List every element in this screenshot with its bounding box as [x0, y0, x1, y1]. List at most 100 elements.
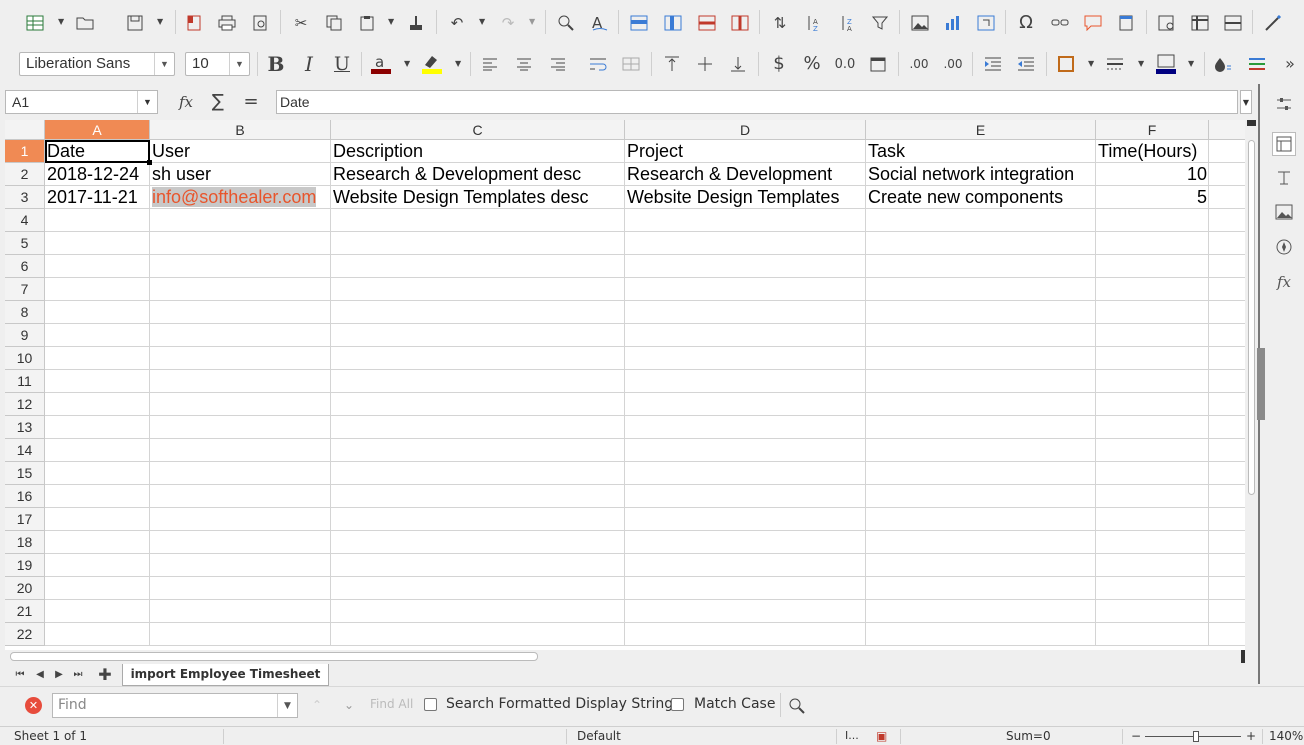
- pivot-table-icon[interactable]: [975, 12, 997, 34]
- table-cell[interactable]: [625, 554, 866, 577]
- find-input[interactable]: Find ▼: [52, 693, 298, 718]
- table-cell[interactable]: [45, 209, 150, 232]
- row-header[interactable]: 12: [5, 393, 45, 416]
- table-cell[interactable]: [866, 485, 1096, 508]
- table-cell[interactable]: [625, 301, 866, 324]
- table-cell[interactable]: 2018-12-24: [45, 163, 150, 186]
- table-cell[interactable]: [150, 393, 331, 416]
- chevron-down-icon[interactable]: ▼: [58, 17, 64, 26]
- column-header-e[interactable]: E: [866, 120, 1096, 140]
- table-cell[interactable]: [1209, 531, 1245, 554]
- row-icon[interactable]: [628, 12, 650, 34]
- table-cell[interactable]: [1096, 209, 1209, 232]
- previous-sheet-icon[interactable]: ◀: [33, 668, 47, 682]
- table-cell[interactable]: Project: [625, 140, 866, 163]
- table-cell[interactable]: [866, 531, 1096, 554]
- table-cell[interactable]: [150, 439, 331, 462]
- decrease-indent-icon[interactable]: [1015, 52, 1037, 76]
- table-cell[interactable]: Create new components: [866, 186, 1096, 209]
- increase-indent-icon[interactable]: [982, 52, 1004, 76]
- align-left-icon[interactable]: [479, 52, 501, 76]
- table-cell[interactable]: [45, 485, 150, 508]
- chevron-down-icon[interactable]: ▼: [479, 17, 485, 26]
- table-cell[interactable]: [331, 531, 625, 554]
- italic-button[interactable]: I: [297, 52, 321, 76]
- table-cell[interactable]: [331, 393, 625, 416]
- table-cell[interactable]: [331, 577, 625, 600]
- table-cell[interactable]: [866, 416, 1096, 439]
- table-cell[interactable]: [625, 209, 866, 232]
- table-cell[interactable]: [1209, 140, 1245, 163]
- row-header[interactable]: 20: [5, 577, 45, 600]
- sidebar-settings-icon[interactable]: [1272, 92, 1296, 116]
- search-formatted-checkbox[interactable]: [424, 698, 437, 711]
- table-cell[interactable]: [45, 577, 150, 600]
- sidebar-functions-icon[interactable]: fx: [1272, 270, 1296, 294]
- open-folder-icon[interactable]: [74, 12, 96, 34]
- number-format-button[interactable]: 0.0: [834, 52, 856, 76]
- redo-icon[interactable]: ↷: [497, 12, 519, 34]
- table-cell[interactable]: [1209, 324, 1245, 347]
- row-header[interactable]: 13: [5, 416, 45, 439]
- column-header-f[interactable]: F: [1096, 120, 1209, 140]
- sheet-tab-import-employee-timesheet-csv[interactable]: import Employee Timesheet CSV: [122, 664, 329, 701]
- table-cell[interactable]: [331, 485, 625, 508]
- table-cell[interactable]: [625, 577, 866, 600]
- border-color-icon[interactable]: [1154, 52, 1178, 76]
- table-cell[interactable]: [625, 324, 866, 347]
- border-style-icon[interactable]: [1104, 52, 1126, 76]
- zoom-in-icon[interactable]: +: [1246, 729, 1256, 743]
- table-cell[interactable]: [331, 209, 625, 232]
- table-cell[interactable]: [866, 278, 1096, 301]
- table-cell[interactable]: 10: [1096, 163, 1209, 186]
- spelling-icon[interactable]: A: [588, 12, 610, 34]
- table-cell[interactable]: [1096, 508, 1209, 531]
- find-replace-icon[interactable]: [788, 697, 806, 715]
- table-cell[interactable]: [866, 508, 1096, 531]
- find-previous-icon[interactable]: ⌃: [309, 697, 325, 713]
- vertical-scroll-thumb[interactable]: [1248, 140, 1255, 495]
- row-header[interactable]: 7: [5, 278, 45, 301]
- currency-format-button[interactable]: $: [768, 52, 790, 76]
- table-cell[interactable]: [1209, 416, 1245, 439]
- cut-icon[interactable]: ✂: [290, 12, 312, 34]
- chevron-down-icon[interactable]: ▼: [229, 53, 249, 75]
- table-cell[interactable]: Task: [866, 140, 1096, 163]
- table-cell[interactable]: [625, 278, 866, 301]
- zoom-level[interactable]: 140%: [1269, 729, 1303, 743]
- define-print-area-icon[interactable]: [1156, 12, 1178, 34]
- table-cell[interactable]: [625, 416, 866, 439]
- row-header[interactable]: 4: [5, 209, 45, 232]
- table-cell[interactable]: [331, 370, 625, 393]
- table-cell[interactable]: [331, 416, 625, 439]
- table-cell[interactable]: [1096, 416, 1209, 439]
- table-cell[interactable]: [331, 439, 625, 462]
- row-header[interactable]: 3: [5, 186, 45, 209]
- table-cell[interactable]: [45, 531, 150, 554]
- table-cell[interactable]: [625, 531, 866, 554]
- freeze-rows-columns-icon[interactable]: [1189, 12, 1211, 34]
- table-cell[interactable]: [1096, 255, 1209, 278]
- table-cell[interactable]: [331, 255, 625, 278]
- table-cell[interactable]: [1209, 623, 1245, 646]
- column-header-g[interactable]: [1209, 120, 1245, 140]
- table-cell[interactable]: [1209, 577, 1245, 600]
- column-icon[interactable]: [662, 12, 684, 34]
- table-cell[interactable]: [150, 255, 331, 278]
- table-cell[interactable]: [331, 623, 625, 646]
- table-cell[interactable]: [331, 508, 625, 531]
- table-cell[interactable]: [625, 623, 866, 646]
- table-cell[interactable]: [150, 600, 331, 623]
- table-cell[interactable]: [1209, 163, 1245, 186]
- table-cell[interactable]: [45, 600, 150, 623]
- column-header-c[interactable]: C: [331, 120, 625, 140]
- table-cell[interactable]: [1209, 347, 1245, 370]
- row-header[interactable]: 14: [5, 439, 45, 462]
- table-cell[interactable]: [331, 324, 625, 347]
- table-cell[interactable]: [866, 577, 1096, 600]
- table-cell[interactable]: [866, 439, 1096, 462]
- table-cell[interactable]: [45, 554, 150, 577]
- table-cell[interactable]: [625, 462, 866, 485]
- font-name-combo[interactable]: Liberation Sans ▼: [19, 52, 175, 76]
- table-cell[interactable]: [45, 623, 150, 646]
